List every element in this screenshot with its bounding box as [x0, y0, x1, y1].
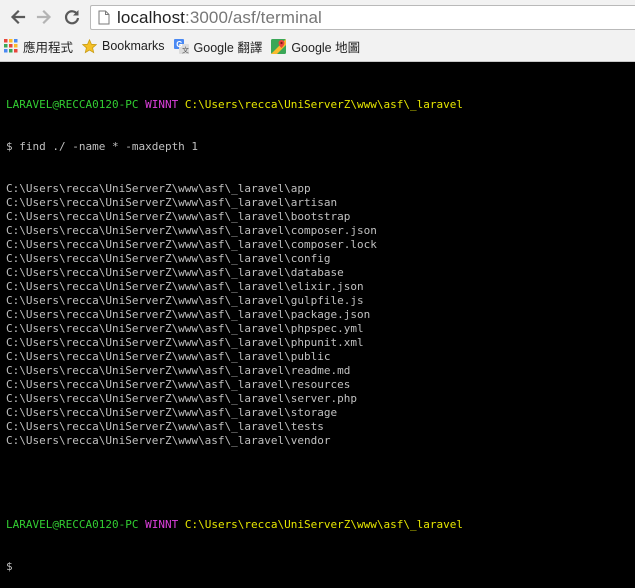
- prompt-user: LARAVEL@RECCA0120-PC: [6, 518, 139, 531]
- prompt-user: LARAVEL@RECCA0120-PC: [6, 98, 139, 111]
- output-line: C:\Users\recca\UniServerZ\www\asf\_larav…: [6, 280, 364, 293]
- browser-toolbar: localhost:3000/asf/terminal: [0, 0, 635, 34]
- svg-text:文: 文: [182, 45, 189, 54]
- bookmark-google-maps[interactable]: Google 地圖: [267, 35, 365, 57]
- output-line: C:\Users\recca\UniServerZ\www\asf\_larav…: [6, 224, 377, 237]
- bookmark-apps[interactable]: 應用程式: [0, 35, 78, 57]
- terminal[interactable]: LARAVEL@RECCA0120-PC WINNT C:\Users\recc…: [0, 62, 635, 573]
- url-text: localhost:3000/asf/terminal: [117, 8, 322, 28]
- back-arrow-icon: [10, 9, 26, 25]
- prompt-line: LARAVEL@RECCA0120-PC WINNT C:\Users\recc…: [6, 98, 635, 112]
- forward-button[interactable]: [33, 6, 55, 28]
- output-line: C:\Users\recca\UniServerZ\www\asf\_larav…: [6, 392, 357, 405]
- bookmarks-bar: 應用程式 Bookmarks G 文 Google 翻譯 Google 地圖: [0, 34, 635, 58]
- reload-icon: [64, 10, 80, 25]
- input-prompt: $: [6, 560, 13, 573]
- apps-grid-icon: [4, 39, 18, 53]
- bookmark-label: Google 翻譯: [193, 40, 263, 55]
- prompt-path: C:\Users\recca\UniServerZ\www\asf\_larav…: [184, 518, 463, 531]
- output-line: C:\Users\recca\UniServerZ\www\asf\_larav…: [6, 252, 331, 265]
- output-line: C:\Users\recca\UniServerZ\www\asf\_larav…: [6, 364, 351, 377]
- url-path: :3000/asf/terminal: [185, 7, 322, 27]
- google-maps-icon: [271, 38, 287, 54]
- output-line: C:\Users\recca\UniServerZ\www\asf\_larav…: [6, 196, 338, 209]
- command-line: $ find ./ -name * -maxdepth 1: [6, 140, 199, 153]
- output-line: C:\Users\recca\UniServerZ\www\asf\_larav…: [6, 406, 338, 419]
- prompt-path: C:\Users\recca\UniServerZ\www\asf\_larav…: [184, 98, 463, 111]
- address-bar[interactable]: localhost:3000/asf/terminal: [90, 5, 635, 30]
- output-line: C:\Users\recca\UniServerZ\www\asf\_larav…: [6, 420, 324, 433]
- page-icon: [98, 10, 110, 25]
- google-translate-icon: G 文: [173, 38, 189, 54]
- output-line: C:\Users\recca\UniServerZ\www\asf\_larav…: [6, 322, 364, 335]
- bookmark-bookmarks[interactable]: Bookmarks: [78, 35, 170, 57]
- bookmark-label: Bookmarks: [102, 39, 165, 53]
- prompt-system: WINNT: [145, 518, 179, 531]
- input-line[interactable]: $: [6, 560, 635, 574]
- browser-chrome: localhost:3000/asf/terminal 應用程式 Bookmar…: [0, 0, 635, 62]
- prompt-system: WINNT: [145, 98, 179, 111]
- output-line: C:\Users\recca\UniServerZ\www\asf\_larav…: [6, 238, 377, 251]
- output-line: C:\Users\recca\UniServerZ\www\asf\_larav…: [6, 350, 331, 363]
- output-line: C:\Users\recca\UniServerZ\www\asf\_larav…: [6, 336, 364, 349]
- back-button[interactable]: [7, 6, 29, 28]
- star-icon: [82, 38, 98, 54]
- output-line: C:\Users\recca\UniServerZ\www\asf\_larav…: [6, 266, 344, 279]
- bookmark-google-translate[interactable]: G 文 Google 翻譯: [170, 35, 268, 57]
- output-line: C:\Users\recca\UniServerZ\www\asf\_larav…: [6, 378, 351, 391]
- prompt-line: LARAVEL@RECCA0120-PC WINNT C:\Users\recc…: [6, 518, 635, 532]
- output-line: C:\Users\recca\UniServerZ\www\asf\_larav…: [6, 434, 331, 447]
- url-host: localhost: [117, 7, 185, 27]
- output-line: C:\Users\recca\UniServerZ\www\asf\_larav…: [6, 210, 351, 223]
- output-line: C:\Users\recca\UniServerZ\www\asf\_larav…: [6, 182, 311, 195]
- output-line: C:\Users\recca\UniServerZ\www\asf\_larav…: [6, 294, 364, 307]
- command-output: C:\Users\recca\UniServerZ\www\asf\_larav…: [6, 182, 635, 448]
- bookmark-label: 應用程式: [23, 40, 74, 55]
- bookmark-label: Google 地圖: [291, 40, 361, 55]
- forward-arrow-icon: [36, 9, 52, 25]
- reload-button[interactable]: [61, 6, 83, 28]
- output-line: C:\Users\recca\UniServerZ\www\asf\_larav…: [6, 308, 371, 321]
